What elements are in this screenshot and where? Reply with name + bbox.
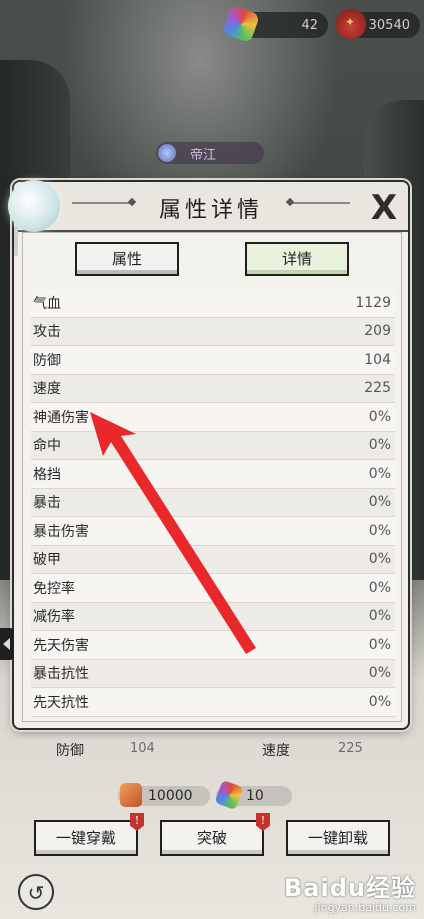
annotation-arrow <box>90 412 256 654</box>
